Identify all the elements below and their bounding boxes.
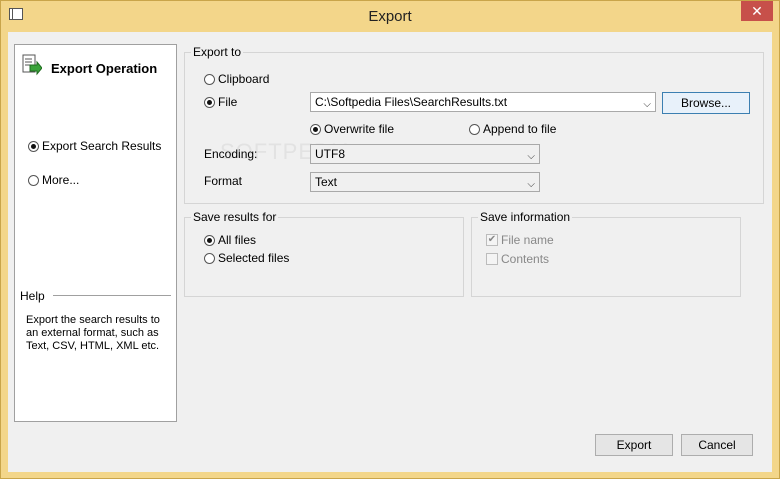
file-path-combobox[interactable]: C:\Softpedia Files\SearchResults.txt ⌵ — [310, 92, 656, 112]
browse-button[interactable]: Browse... — [662, 92, 750, 114]
selected-files-radio[interactable] — [204, 252, 215, 264]
overwrite-file-radio[interactable] — [310, 123, 321, 135]
format-value: Text — [315, 175, 338, 189]
more-option[interactable]: More... — [28, 173, 79, 187]
help-text: Export the search results to an external… — [26, 314, 160, 352]
file-name-checkbox[interactable]: ✔ — [486, 234, 498, 246]
export-search-results-label: Export Search Results — [42, 139, 162, 153]
append-file-option[interactable]: Append to file — [469, 122, 556, 136]
chevron-down-icon[interactable]: ⌵ — [527, 148, 535, 166]
window-title: Export — [368, 8, 412, 25]
export-operation-icon — [22, 54, 42, 76]
export-search-results-option[interactable]: Export Search Results — [28, 139, 161, 153]
file-radio[interactable] — [204, 96, 215, 108]
overwrite-file-option[interactable]: Overwrite file — [310, 122, 394, 136]
append-file-radio[interactable] — [469, 123, 480, 135]
help-divider — [53, 295, 171, 296]
chevron-down-icon[interactable]: ⌵ — [643, 96, 651, 114]
more-label: More... — [42, 173, 80, 187]
format-label: Format — [204, 174, 243, 188]
export-window: Export ✕ Export Operation Export Search … — [0, 0, 780, 479]
file-path-value: C:\Softpedia Files\SearchResults.txt — [315, 95, 508, 109]
save-results-for-label: Save results for — [191, 210, 279, 224]
export-to-label: Export to — [191, 45, 244, 59]
operation-title: Export Operation — [51, 61, 158, 76]
file-name-option[interactable]: ✔ File name — [486, 233, 554, 247]
clipboard-radio[interactable] — [204, 73, 215, 85]
file-option[interactable]: File — [204, 95, 237, 109]
clipboard-label: Clipboard — [218, 72, 270, 86]
append-file-label: Append to file — [483, 122, 557, 136]
encoding-label: Encoding: — [204, 147, 258, 161]
close-button[interactable]: ✕ — [741, 1, 773, 21]
file-label: File — [218, 95, 238, 109]
contents-label: Contents — [501, 252, 550, 266]
overwrite-file-label: Overwrite file — [324, 122, 395, 136]
save-information-label: Save information — [478, 210, 573, 224]
file-name-label: File name — [501, 233, 554, 247]
operation-panel: Export Operation Export Search Results M… — [14, 44, 177, 422]
encoding-value: UTF8 — [315, 147, 345, 161]
all-files-label: All files — [218, 233, 257, 247]
help-label: Help — [20, 289, 45, 303]
format-select[interactable]: Text ⌵ — [310, 172, 540, 192]
contents-checkbox[interactable] — [486, 253, 498, 265]
all-files-radio[interactable] — [204, 234, 215, 246]
more-radio[interactable] — [28, 174, 39, 186]
selected-files-label: Selected files — [218, 251, 290, 265]
title-bar[interactable]: Export ✕ — [1, 1, 779, 31]
export-button[interactable]: Export — [595, 434, 673, 456]
all-files-option[interactable]: All files — [204, 233, 256, 247]
contents-option[interactable]: Contents — [486, 252, 549, 266]
dialog-client: Export Operation Export Search Results M… — [8, 32, 772, 472]
chevron-down-icon[interactable]: ⌵ — [527, 176, 535, 194]
close-icon: ✕ — [751, 3, 763, 19]
export-search-results-radio[interactable] — [28, 140, 39, 152]
cancel-button[interactable]: Cancel — [681, 434, 753, 456]
clipboard-option[interactable]: Clipboard — [204, 72, 269, 86]
encoding-select[interactable]: UTF8 ⌵ — [310, 144, 540, 164]
selected-files-option[interactable]: Selected files — [204, 251, 289, 265]
